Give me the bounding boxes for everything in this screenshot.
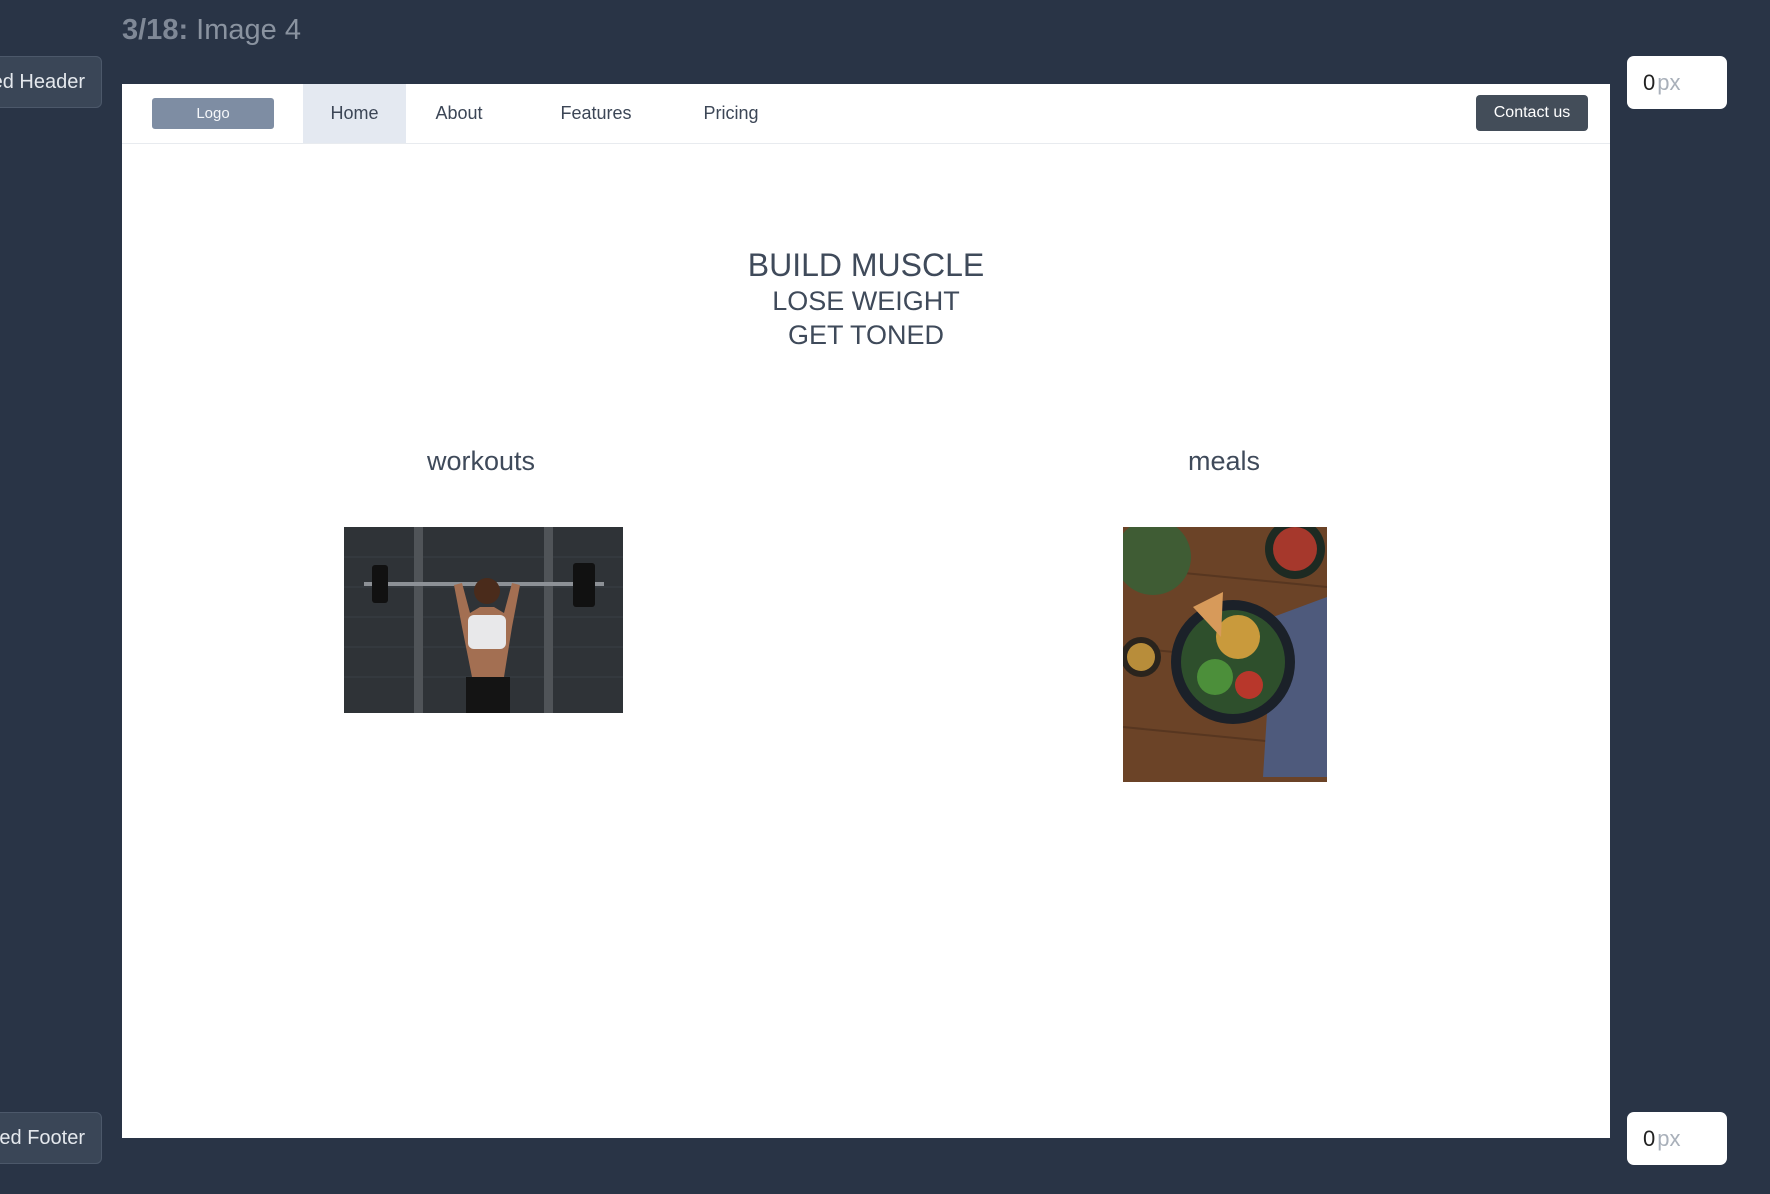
- bottom-offset-input[interactable]: 0 px: [1627, 1112, 1727, 1165]
- nav-features[interactable]: Features: [536, 84, 656, 143]
- fixed-header-tab[interactable]: Fixed Header: [0, 56, 102, 108]
- meal-photo: [1123, 527, 1327, 782]
- hero-headline: BUILD MUSCLE LOSE WEIGHT GET TONED: [122, 246, 1610, 352]
- step-count: 3/18:: [122, 14, 189, 46]
- hero-line-2: LOSE WEIGHT: [772, 286, 960, 316]
- top-offset-input[interactable]: 0 px: [1627, 56, 1727, 109]
- page-canvas: Logo Home About Features Pricing Contact…: [122, 84, 1610, 1138]
- bottom-offset-unit: px: [1657, 1125, 1681, 1151]
- nav-home[interactable]: Home: [303, 84, 406, 143]
- fixed-footer-label: Fixed Footer: [0, 1127, 85, 1149]
- hero-line-1: BUILD MUSCLE: [747, 247, 985, 283]
- nav-about[interactable]: About: [414, 84, 504, 143]
- nav-pricing[interactable]: Pricing: [678, 84, 784, 143]
- fixed-header-label: Fixed Header: [0, 71, 85, 93]
- site-navbar: Logo Home About Features Pricing Contact…: [122, 84, 1610, 144]
- bottom-offset-value: 0: [1643, 1125, 1656, 1151]
- logo-placeholder[interactable]: Logo: [152, 98, 274, 129]
- contact-us-button[interactable]: Contact us: [1476, 95, 1588, 131]
- meal-photo-art: [1123, 527, 1327, 782]
- workouts-heading: workouts: [426, 446, 536, 476]
- fixed-footer-tab[interactable]: Fixed Footer: [0, 1112, 102, 1164]
- step-name: Image 4: [196, 14, 301, 46]
- hero-line-3: GET TONED: [787, 320, 945, 350]
- workout-photo: [344, 527, 623, 713]
- workout-photo-art: [344, 527, 623, 713]
- top-offset-unit: px: [1657, 69, 1681, 95]
- step-title: 3/18: Image 4: [122, 14, 301, 47]
- top-offset-value: 0: [1643, 69, 1656, 95]
- meals-heading: meals: [1187, 446, 1261, 476]
